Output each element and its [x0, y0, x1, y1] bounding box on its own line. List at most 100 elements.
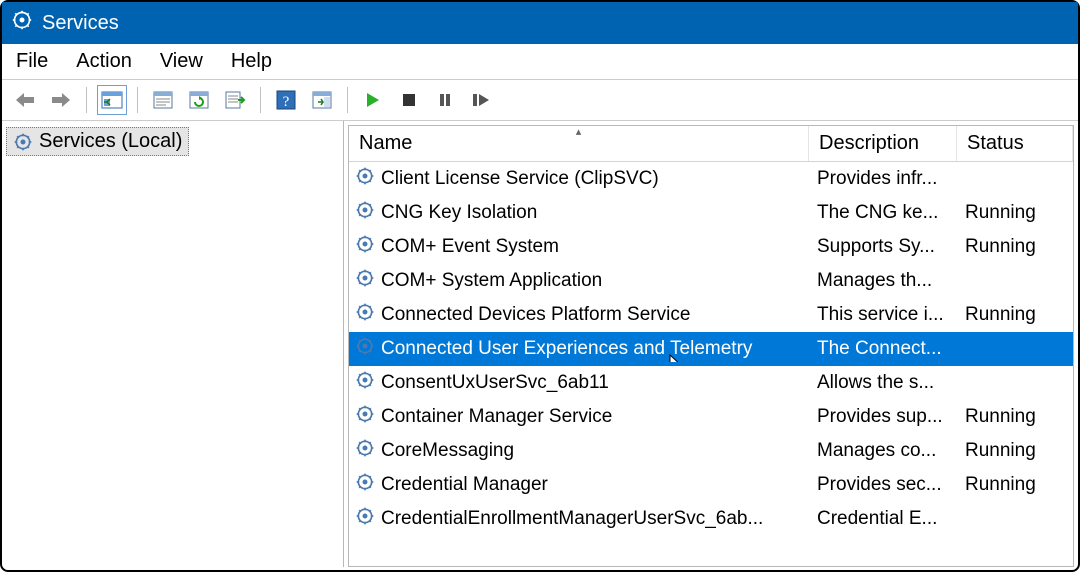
menu-help[interactable]: Help	[231, 50, 272, 73]
service-name-cell: COM+ Event System	[349, 234, 809, 260]
service-row[interactable]: COM+ System Application Manages th...	[349, 264, 1073, 298]
service-name-cell: Connected Devices Platform Service	[349, 302, 809, 328]
show-hide-tree-button[interactable]	[97, 85, 127, 115]
refresh-button[interactable]	[184, 85, 214, 115]
window-title: Services	[42, 12, 119, 35]
service-row[interactable]: Container Manager Service Provides sup...…	[349, 400, 1073, 434]
service-name-cell: ConsentUxUserSvc_6ab11	[349, 370, 809, 396]
service-name-cell: CredentialEnrollmentManagerUserSvc_6ab..…	[349, 506, 809, 532]
service-row[interactable]: COM+ Event System Supports Sy...Running	[349, 230, 1073, 264]
service-description-cell: Provides infr...	[809, 168, 957, 190]
toolbar-separator	[86, 87, 87, 113]
export-list-button[interactable]	[220, 85, 250, 115]
toolbar-separator	[347, 87, 348, 113]
service-row[interactable]: ConsentUxUserSvc_6ab11 Allows the s...	[349, 366, 1073, 400]
tree-root-label: Services (Local)	[39, 130, 182, 153]
service-name-label: CredentialEnrollmentManagerUserSvc_6ab..…	[381, 508, 763, 530]
service-name-cell: Connected User Experiences and Telemetry	[349, 336, 809, 362]
service-description-cell: This service i...	[809, 304, 957, 326]
service-row[interactable]: CNG Key Isolation The CNG ke...Running	[349, 196, 1073, 230]
service-name-label: ConsentUxUserSvc_6ab11	[381, 372, 609, 394]
menubar: File Action View Help	[2, 44, 1078, 79]
service-status-cell: Running	[957, 474, 1073, 496]
service-row[interactable]: Connected User Experiences and Telemetry…	[349, 332, 1073, 366]
body: Services (Local) ▴ Name Description Stat…	[2, 121, 1078, 567]
service-description-cell: The CNG ke...	[809, 202, 957, 224]
menu-view[interactable]: View	[160, 50, 203, 73]
sort-indicator-icon: ▴	[576, 125, 582, 138]
help-button[interactable]: ?	[271, 85, 301, 115]
app-gear-icon	[12, 10, 32, 36]
menu-action[interactable]: Action	[76, 50, 132, 73]
service-description-cell: Allows the s...	[809, 372, 957, 394]
service-name-label: COM+ Event System	[381, 236, 559, 258]
restart-service-button[interactable]	[466, 85, 496, 115]
service-name-label: CoreMessaging	[381, 440, 514, 462]
tree-root-services-local[interactable]: Services (Local)	[6, 127, 189, 156]
service-row[interactable]: Connected Devices Platform Service This s…	[349, 298, 1073, 332]
service-description-cell: Manages th...	[809, 270, 957, 292]
service-name-cell: Container Manager Service	[349, 404, 809, 430]
stop-service-button[interactable]	[394, 85, 424, 115]
column-header-description[interactable]: Description	[809, 126, 957, 161]
service-name-cell: CNG Key Isolation	[349, 200, 809, 226]
service-gear-icon	[355, 438, 375, 464]
service-name-label: Connected Devices Platform Service	[381, 304, 690, 326]
service-gear-icon	[355, 234, 375, 260]
start-service-button[interactable]	[358, 85, 388, 115]
tree-pane: Services (Local)	[2, 121, 344, 567]
service-description-cell: Supports Sy...	[809, 236, 957, 258]
titlebar: Services	[2, 2, 1078, 44]
column-headers: ▴ Name Description Status	[349, 126, 1073, 162]
service-gear-icon	[355, 370, 375, 396]
service-name-label: Connected User Experiences and Telemetry	[381, 338, 752, 360]
service-description-cell: The Connect...	[809, 338, 957, 360]
service-status-cell: Running	[957, 236, 1073, 258]
show-hide-action-pane-button[interactable]	[307, 85, 337, 115]
pause-service-button[interactable]	[430, 85, 460, 115]
column-header-status[interactable]: Status	[957, 126, 1073, 161]
service-description-cell: Manages co...	[809, 440, 957, 462]
service-row[interactable]: CredentialEnrollmentManagerUserSvc_6ab..…	[349, 502, 1073, 536]
service-name-label: Container Manager Service	[381, 406, 612, 428]
column-description-label: Description	[819, 132, 919, 154]
service-row[interactable]: Client License Service (ClipSVC) Provides…	[349, 162, 1073, 196]
service-gear-icon	[355, 336, 375, 362]
service-status-cell: Running	[957, 440, 1073, 462]
service-name-cell: COM+ System Application	[349, 268, 809, 294]
service-name-cell: Client License Service (ClipSVC)	[349, 166, 809, 192]
service-row[interactable]: CoreMessaging Manages co...Running	[349, 434, 1073, 468]
list-pane: ▴ Name Description Status Client License…	[348, 125, 1074, 567]
toolbar: ?	[2, 79, 1078, 121]
toolbar-separator	[137, 87, 138, 113]
service-gear-icon	[355, 404, 375, 430]
service-gear-icon	[355, 268, 375, 294]
service-description-cell: Provides sup...	[809, 406, 957, 428]
properties-button[interactable]	[148, 85, 178, 115]
column-header-name[interactable]: ▴ Name	[349, 126, 809, 161]
column-status-label: Status	[967, 132, 1024, 154]
service-rows: Client License Service (ClipSVC) Provides…	[349, 162, 1073, 566]
service-description-cell: Credential E...	[809, 508, 957, 530]
service-row[interactable]: Credential Manager Provides sec...Running	[349, 468, 1073, 502]
service-name-label: Client License Service (ClipSVC)	[381, 168, 659, 190]
service-status-cell: Running	[957, 304, 1073, 326]
menu-file[interactable]: File	[16, 50, 48, 73]
service-gear-icon	[355, 166, 375, 192]
service-status-cell: Running	[957, 202, 1073, 224]
service-gear-icon	[355, 200, 375, 226]
service-description-cell: Provides sec...	[809, 474, 957, 496]
service-name-cell: Credential Manager	[349, 472, 809, 498]
service-gear-icon	[355, 506, 375, 532]
service-name-label: Credential Manager	[381, 474, 548, 496]
back-button[interactable]	[10, 85, 40, 115]
column-name-label: Name	[359, 132, 412, 154]
service-name-label: CNG Key Isolation	[381, 202, 537, 224]
forward-button[interactable]	[46, 85, 76, 115]
service-gear-icon	[355, 472, 375, 498]
service-name-label: COM+ System Application	[381, 270, 602, 292]
toolbar-separator	[260, 87, 261, 113]
service-gear-icon	[355, 302, 375, 328]
service-status-cell: Running	[957, 406, 1073, 428]
service-name-cell: CoreMessaging	[349, 438, 809, 464]
